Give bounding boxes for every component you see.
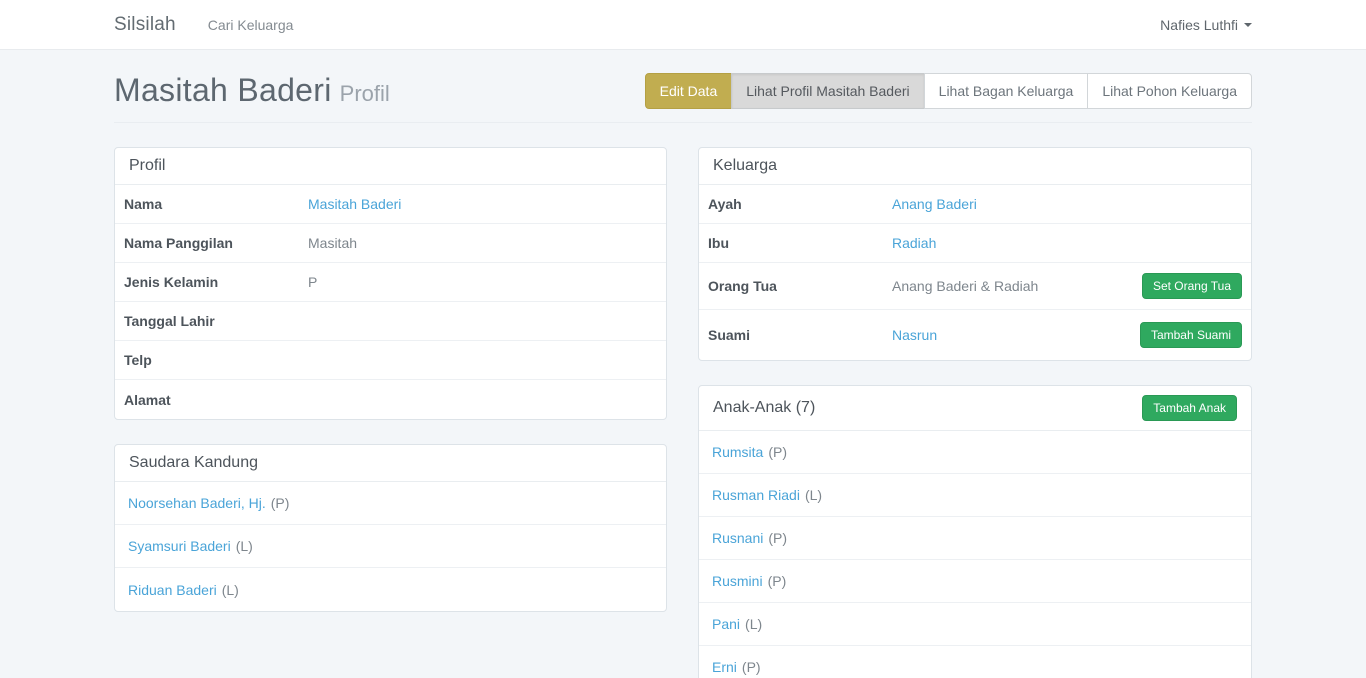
field-label: Orang Tua <box>708 278 892 294</box>
list-item: Erni (P) <box>699 646 1251 678</box>
nama-link[interactable]: Masitah Baderi <box>308 196 401 212</box>
lihat-pohon-keluarga-button[interactable]: Lihat Pohon Keluarga <box>1087 73 1252 109</box>
anak-anak-panel-title: Anak-Anak (7) <box>713 399 815 417</box>
top-navbar: Silsilah Cari Keluarga Nafies Luthfi <box>0 0 1366 50</box>
field-label: Ibu <box>708 235 892 251</box>
profil-panel-title: Profil <box>115 148 666 185</box>
child-link[interactable]: Rumsita <box>712 444 763 460</box>
table-row: Ayah Anang Baderi <box>699 185 1251 224</box>
user-menu-dropdown[interactable]: Nafies Luthfi <box>1160 17 1252 33</box>
child-link[interactable]: Pani <box>712 616 740 632</box>
field-value: Masitah <box>308 235 357 251</box>
child-link[interactable]: Rusnani <box>712 530 763 546</box>
table-row: Jenis Kelamin P <box>115 263 666 302</box>
child-link[interactable]: Rusmini <box>712 573 763 589</box>
gender-label: (L) <box>236 538 253 554</box>
list-item: Riduan Baderi (L) <box>115 568 666 611</box>
table-row: Ibu Radiah <box>699 224 1251 263</box>
table-row: Telp <box>115 341 666 380</box>
field-label: Alamat <box>124 392 308 408</box>
profil-panel: Profil Nama Masitah Baderi Nama Panggila… <box>114 147 667 420</box>
list-item: Pani (L) <box>699 603 1251 646</box>
field-label: Ayah <box>708 196 892 212</box>
field-value: Anang Baderi & Radiah <box>892 278 1038 294</box>
anak-anak-panel: Anak-Anak (7) Tambah Anak Rumsita (P) Ru… <box>698 385 1252 678</box>
table-row: Nama Masitah Baderi <box>115 185 666 224</box>
ibu-link[interactable]: Radiah <box>892 235 936 251</box>
lihat-profil-button[interactable]: Lihat Profil Masitah Baderi <box>731 73 924 109</box>
field-label: Nama Panggilan <box>124 235 308 251</box>
saudara-kandung-panel-title: Saudara Kandung <box>115 445 666 482</box>
table-row: Alamat <box>115 380 666 419</box>
tambah-anak-button[interactable]: Tambah Anak <box>1142 395 1237 421</box>
table-row: Orang Tua Anang Baderi & Radiah Set Oran… <box>699 263 1251 310</box>
user-name: Nafies Luthfi <box>1160 17 1238 33</box>
table-row: Suami Nasrun Tambah Suami <box>699 310 1251 360</box>
gender-label: (P) <box>768 573 787 589</box>
table-row: Nama Panggilan Masitah <box>115 224 666 263</box>
sibling-link[interactable]: Noorsehan Baderi, Hj. <box>128 495 266 511</box>
brand-silsilah[interactable]: Silsilah <box>114 14 176 36</box>
suami-link[interactable]: Nasrun <box>892 327 937 343</box>
saudara-kandung-panel: Saudara Kandung Noorsehan Baderi, Hj. (P… <box>114 444 667 612</box>
field-label: Jenis Kelamin <box>124 274 308 290</box>
sibling-link[interactable]: Riduan Baderi <box>128 582 217 598</box>
keluarga-panel-title: Keluarga <box>699 148 1251 185</box>
gender-label: (L) <box>745 616 762 632</box>
gender-label: (L) <box>805 487 822 503</box>
sibling-link[interactable]: Syamsuri Baderi <box>128 538 231 554</box>
list-item: Rumsita (P) <box>699 431 1251 474</box>
ayah-link[interactable]: Anang Baderi <box>892 196 977 212</box>
field-value: P <box>308 274 317 290</box>
gender-label: (P) <box>742 659 761 675</box>
field-label: Nama <box>124 196 308 212</box>
nav-item-cari-keluarga[interactable]: Cari Keluarga <box>208 17 294 33</box>
table-row: Tanggal Lahir <box>115 302 666 341</box>
field-label: Tanggal Lahir <box>124 313 308 329</box>
child-link[interactable]: Erni <box>712 659 737 675</box>
lihat-bagan-keluarga-button[interactable]: Lihat Bagan Keluarga <box>924 73 1089 109</box>
gender-label: (L) <box>222 582 239 598</box>
page-title-block: Masitah Baderi Profil <box>114 72 390 109</box>
list-item: Rusnani (P) <box>699 517 1251 560</box>
child-link[interactable]: Rusman Riadi <box>712 487 800 503</box>
gender-label: (P) <box>768 530 787 546</box>
list-item: Syamsuri Baderi (L) <box>115 525 666 568</box>
chevron-down-icon <box>1244 23 1252 27</box>
field-label: Telp <box>124 352 308 368</box>
field-label: Suami <box>708 327 892 343</box>
page-subtitle: Profil <box>340 81 390 106</box>
profile-action-button-group: Edit Data Lihat Profil Masitah Baderi Li… <box>645 73 1252 109</box>
tambah-suami-button[interactable]: Tambah Suami <box>1140 322 1242 348</box>
gender-label: (P) <box>768 444 787 460</box>
list-item: Rusman Riadi (L) <box>699 474 1251 517</box>
page-header: Masitah Baderi Profil Edit Data Lihat Pro… <box>114 72 1252 123</box>
page-title: Masitah Baderi <box>114 72 332 108</box>
list-item: Noorsehan Baderi, Hj. (P) <box>115 482 666 525</box>
set-orang-tua-button[interactable]: Set Orang Tua <box>1142 273 1242 299</box>
gender-label: (P) <box>271 495 290 511</box>
keluarga-panel: Keluarga Ayah Anang Baderi Ibu Radiah Or… <box>698 147 1252 361</box>
edit-data-button[interactable]: Edit Data <box>645 73 733 109</box>
list-item: Rusmini (P) <box>699 560 1251 603</box>
